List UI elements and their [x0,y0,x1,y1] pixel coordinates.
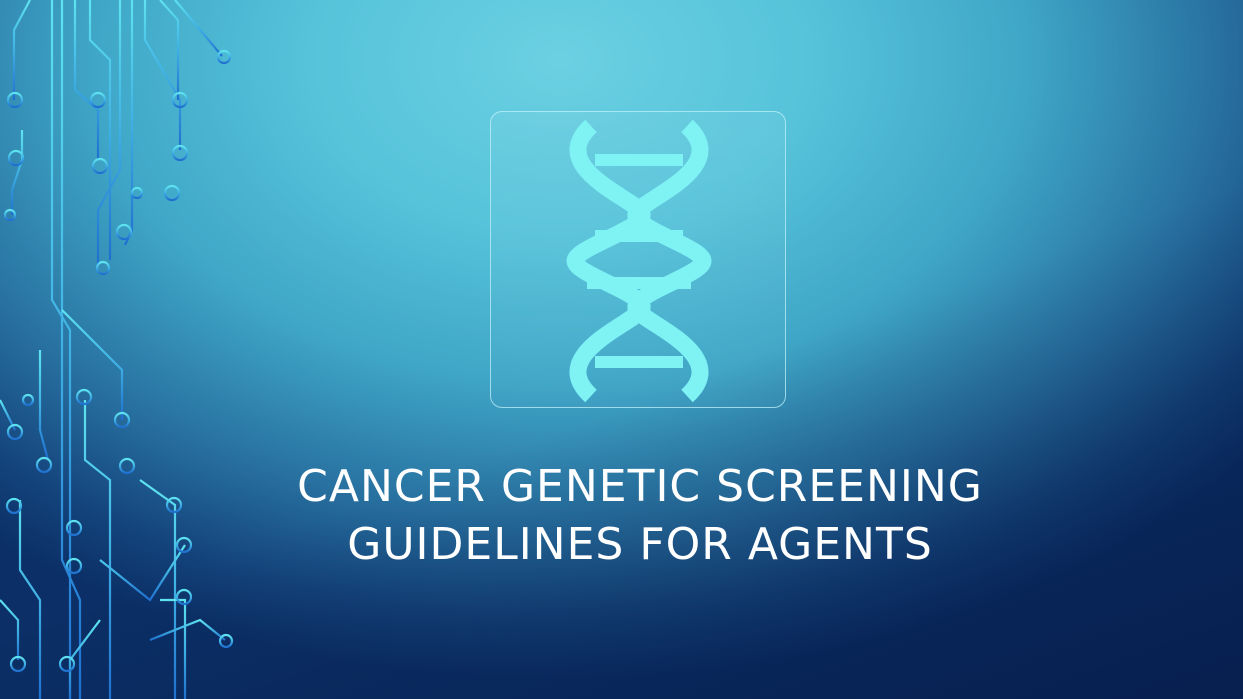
slide: CANCER GENETIC SCREENING GUIDELINES FOR … [0,0,1243,699]
circuit-decoration [0,0,234,699]
title-line-1: CANCER GENETIC SCREENING [297,461,983,512]
dna-icon-frame [490,111,786,408]
slide-title: CANCER GENETIC SCREENING GUIDELINES FOR … [140,458,1140,574]
dna-icon [566,119,712,403]
title-line-2: GUIDELINES FOR AGENTS [347,519,933,570]
